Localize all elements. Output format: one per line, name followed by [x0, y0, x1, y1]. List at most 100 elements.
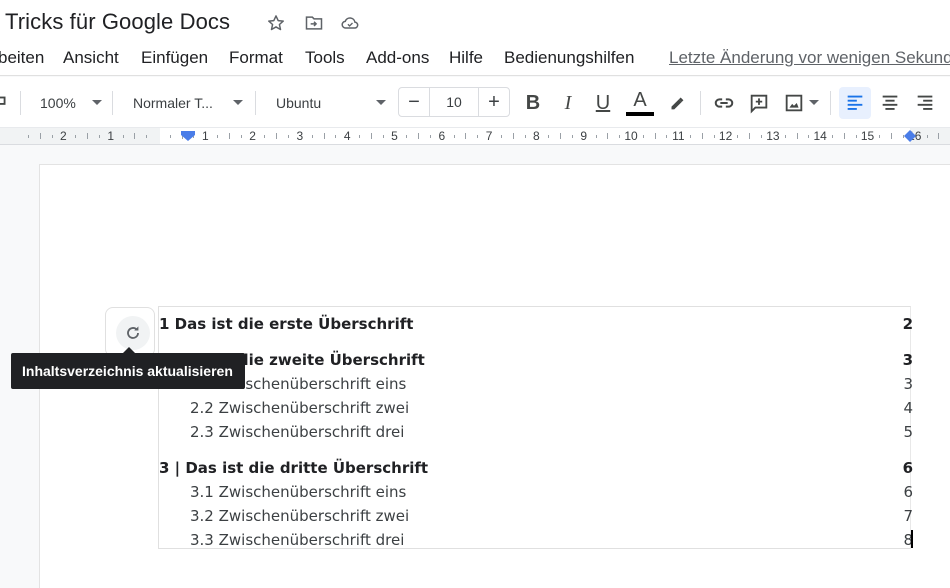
ruler-tick — [761, 135, 763, 138]
ruler-tick — [311, 135, 313, 138]
toc-entry[interactable]: 3 | Das ist die dritte Überschrift 6 — [159, 459, 913, 481]
ruler-tick — [654, 133, 656, 139]
ruler-label: 9 — [580, 129, 588, 143]
toc-entry-title[interactable]: 2.3 Zwischenüberschrift drei — [190, 423, 404, 441]
ruler-tick — [169, 135, 171, 138]
ruler-tick — [382, 135, 384, 138]
menu-hilfe[interactable]: Hilfe — [449, 48, 483, 68]
ruler-tick — [240, 135, 242, 138]
font-size-stepper: − 10 + — [398, 87, 510, 117]
ruler-tick — [843, 133, 845, 139]
ruler-tick — [264, 135, 266, 138]
text-color-button[interactable]: A — [626, 86, 654, 114]
ruler-tick — [796, 133, 798, 139]
bold-button[interactable]: B — [519, 89, 547, 117]
toolbar-divider — [255, 91, 256, 115]
ruler-tick — [891, 133, 893, 139]
ruler-tick — [27, 135, 29, 138]
last-edit-link[interactable]: Letzte Änderung vor wenigen Sekunden — [669, 48, 950, 68]
toc-entry-title[interactable]: 3.1 Zwischenüberschrift eins — [190, 483, 406, 501]
add-comment-button[interactable] — [745, 89, 773, 117]
toc-entry[interactable]: 2 Das ist die zweite Überschrift 3 — [159, 351, 913, 373]
toc-entry[interactable]: 2.3 Zwischenüberschrift drei 5 — [159, 423, 913, 445]
image-caret-icon[interactable] — [809, 100, 819, 105]
ruler-left-margin — [0, 128, 160, 144]
paint-format-icon[interactable] — [0, 89, 14, 117]
cloud-saved-icon[interactable] — [339, 12, 361, 34]
menu-ansicht[interactable]: Ansicht — [63, 48, 119, 68]
align-center-button[interactable] — [876, 89, 904, 117]
menu-format[interactable]: Format — [229, 48, 283, 68]
ruler-tick — [39, 133, 41, 139]
toolbar-divider — [20, 91, 21, 115]
ruler-tick — [87, 133, 89, 139]
toc-entry[interactable]: 2.1 Zwischenüberschrift eins 3 — [159, 375, 913, 397]
align-left-button[interactable] — [839, 87, 871, 119]
ruler-label: 5 — [391, 129, 398, 143]
underline-button[interactable]: U — [589, 89, 617, 117]
ruler-tick — [512, 133, 514, 139]
highlighter-icon — [671, 97, 684, 110]
decrease-font-size-button[interactable]: − — [399, 88, 429, 116]
toc-entry[interactable]: 1 Das ist die erste Überschrift 2 — [159, 315, 913, 337]
ruler-tick — [276, 133, 278, 139]
zoom-select[interactable]: 100% — [40, 91, 76, 115]
ruler-tick — [98, 135, 100, 138]
insert-image-button[interactable] — [780, 89, 808, 117]
ruler-tick — [406, 135, 408, 138]
ruler-tick — [713, 135, 715, 138]
toc-entry-page: 6 — [902, 459, 913, 477]
menu-einfuegen[interactable]: Einfügen — [141, 48, 208, 68]
ruler-tick — [808, 135, 810, 138]
font-size-input[interactable]: 10 — [429, 88, 479, 116]
first-line-indent-handle[interactable] — [181, 131, 195, 141]
menu-bedienungshilfen[interactable]: Bedienungshilfen — [504, 48, 634, 68]
toc-entry-page: 5 — [903, 423, 913, 441]
move-to-folder-icon[interactable] — [303, 12, 325, 34]
style-caret-icon[interactable] — [233, 100, 243, 105]
align-right-icon — [917, 95, 933, 110]
ruler-tick — [370, 133, 372, 139]
font-select[interactable]: Ubuntu — [276, 91, 321, 115]
star-icon[interactable] — [265, 12, 287, 34]
document-title[interactable]: Tricks für Google Docs — [5, 9, 230, 35]
italic-button[interactable]: I — [554, 89, 582, 117]
ruler-tick — [666, 135, 668, 138]
toc-entry[interactable]: 3.3 Zwischenüberschrift drei 8 — [159, 531, 913, 553]
refresh-toc-button[interactable] — [116, 316, 150, 350]
ruler-tick — [335, 135, 337, 138]
title-bar: Tricks für Google Docs — [0, 0, 950, 44]
font-caret-icon[interactable] — [376, 100, 386, 105]
highlight-color-button[interactable] — [663, 89, 691, 117]
ruler-tick — [500, 135, 502, 138]
toc-entry-title[interactable]: 3 | Das ist die dritte Überschrift — [159, 459, 428, 477]
toc-entry[interactable]: 3.1 Zwischenüberschrift eins 6 — [159, 483, 913, 505]
toc-entry[interactable]: 3.2 Zwischenüberschrift zwei 7 — [159, 507, 913, 529]
ruler-tick — [548, 135, 550, 138]
menu-addons[interactable]: Add-ons — [366, 48, 429, 68]
ruler-tick — [429, 135, 431, 138]
right-indent-handle[interactable] — [904, 130, 916, 142]
ruler-label: 12 — [718, 129, 733, 143]
increase-font-size-button[interactable]: + — [479, 88, 509, 116]
horizontal-ruler[interactable]: 2112345678910111213141516 — [0, 127, 950, 145]
ruler-label: 10 — [624, 129, 638, 143]
ruler-tick — [701, 133, 703, 139]
zoom-caret-icon[interactable] — [92, 100, 102, 105]
toc-entry-title[interactable]: 3.3 Zwischenüberschrift drei — [190, 531, 404, 549]
insert-link-button[interactable] — [710, 89, 738, 117]
toc-entry-title[interactable]: 3.2 Zwischenüberschrift zwei — [190, 507, 409, 525]
toc-entry-title[interactable]: 2.2 Zwischenüberschrift zwei — [190, 399, 409, 417]
ruler-label: 13 — [766, 129, 780, 143]
ruler-tick — [217, 135, 219, 138]
align-right-button[interactable] — [911, 89, 939, 117]
paragraph-style-select[interactable]: Normaler T... — [133, 91, 213, 115]
toc-entry[interactable]: 2.2 Zwischenüberschrift zwei 4 — [159, 399, 913, 421]
ruler-label: 7 — [485, 129, 493, 143]
menu-bearbeiten[interactable]: beiten — [0, 48, 44, 68]
underline-icon: U — [595, 91, 611, 114]
table-of-contents[interactable]: 1 Das ist die erste Überschrift 2 2 Das … — [158, 306, 913, 549]
ruler-label: 6 — [438, 129, 446, 143]
menu-tools[interactable]: Tools — [305, 48, 345, 68]
toc-entry-title[interactable]: 1 Das ist die erste Überschrift — [159, 315, 413, 333]
